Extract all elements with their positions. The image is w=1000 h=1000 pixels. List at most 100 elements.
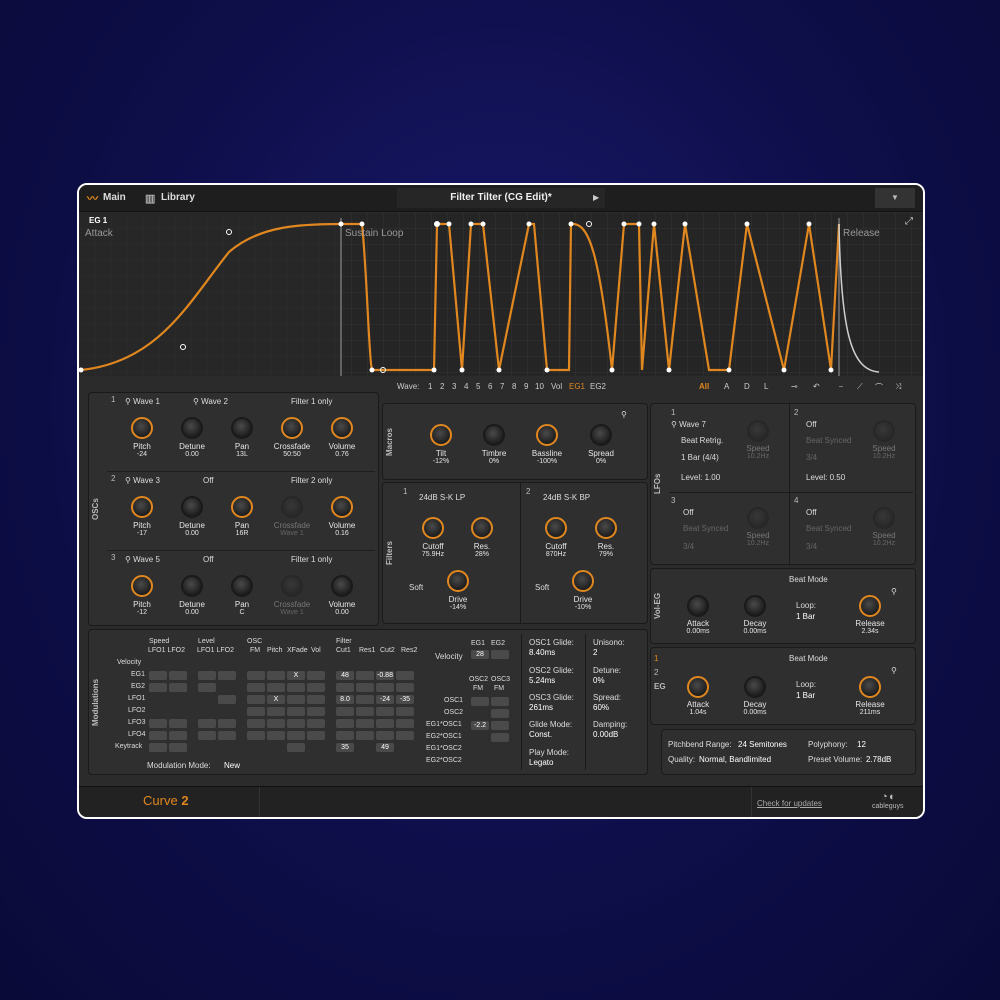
- lfo-1-wave[interactable]: ⚲ Wave 7: [671, 420, 706, 429]
- mod-cell[interactable]: [336, 731, 354, 740]
- drive-2-knob[interactable]: [572, 570, 594, 592]
- lfo-1-mode[interactable]: Beat Retrig.: [681, 436, 723, 445]
- mod-cell[interactable]: [307, 707, 325, 716]
- mod-cell[interactable]: [396, 707, 414, 716]
- wave-item-eg1[interactable]: EG1: [569, 382, 585, 391]
- mod-cell[interactable]: [307, 731, 325, 740]
- mod-cell[interactable]: [356, 707, 374, 716]
- soft-toggle[interactable]: Soft: [409, 583, 423, 592]
- wave-item[interactable]: 1: [428, 382, 432, 391]
- mod-cell[interactable]: [247, 683, 265, 692]
- cutoff-2-knob[interactable]: [545, 517, 567, 539]
- spread-value[interactable]: 60%: [593, 703, 609, 712]
- play-mode-value[interactable]: Legato: [529, 758, 553, 767]
- mod-cell[interactable]: 35: [336, 743, 354, 752]
- damping-value[interactable]: 0.00dB: [593, 730, 618, 739]
- mod-cell[interactable]: [247, 731, 265, 740]
- mod-cell[interactable]: [307, 719, 325, 728]
- glide-value[interactable]: 261ms: [529, 703, 553, 712]
- mod-cell[interactable]: [267, 707, 285, 716]
- mod-cell[interactable]: [376, 719, 394, 728]
- wave-item[interactable]: 3: [452, 382, 456, 391]
- vol-decay-knob[interactable]: [744, 595, 766, 617]
- preset-volume-value[interactable]: 2.78dB: [866, 755, 891, 764]
- tab-library[interactable]: ▥ Library: [141, 189, 201, 207]
- filter-1-type[interactable]: 24dB S-K LP: [419, 493, 465, 502]
- mod-cell[interactable]: [247, 707, 265, 716]
- mod-cell[interactable]: [287, 719, 305, 728]
- bassline-knob[interactable]: [536, 424, 558, 446]
- mod-cell[interactable]: [287, 731, 305, 740]
- volume-knob[interactable]: [331, 496, 353, 518]
- lfo-3-mode[interactable]: Beat Synced: [683, 524, 728, 533]
- select-d-button[interactable]: D: [744, 382, 750, 391]
- mod-cell[interactable]: [149, 719, 167, 728]
- lfo-4-speed-knob[interactable]: [873, 507, 895, 529]
- vel-eg2-cell[interactable]: [491, 650, 509, 659]
- osc-filter-route[interactable]: Filter 1 only: [291, 555, 332, 564]
- check-for-updates-link[interactable]: Check for updates: [757, 799, 822, 808]
- wave-item[interactable]: 4: [464, 382, 468, 391]
- mod-cell[interactable]: [247, 695, 265, 704]
- mod-cell[interactable]: -0.88: [376, 671, 394, 680]
- mod-cell[interactable]: [396, 719, 414, 728]
- wave-item[interactable]: 7: [500, 382, 504, 391]
- lfo-4-rate[interactable]: 3/4: [806, 542, 817, 551]
- wave-item[interactable]: 8: [512, 382, 516, 391]
- vol-eg-mode[interactable]: Beat Mode: [789, 575, 828, 584]
- flat-line-icon[interactable]: ⎯: [839, 382, 843, 392]
- wave-item[interactable]: 2: [440, 382, 444, 391]
- soft-toggle[interactable]: Soft: [535, 583, 549, 592]
- mod-cell[interactable]: [218, 719, 236, 728]
- fm-cell[interactable]: -2.2: [471, 721, 489, 730]
- pan-knob[interactable]: [231, 575, 253, 597]
- mod-cell[interactable]: [356, 719, 374, 728]
- mod-cell[interactable]: [336, 683, 354, 692]
- mod-cell[interactable]: [267, 731, 285, 740]
- vol-attack-knob[interactable]: [687, 595, 709, 617]
- tilt-knob[interactable]: [430, 424, 452, 446]
- osc-wave-a[interactable]: ⚲ Wave 1: [125, 397, 160, 406]
- eg-2-tab[interactable]: 2: [654, 668, 658, 677]
- search-icon[interactable]: ⚲: [891, 587, 897, 596]
- mod-cell[interactable]: [336, 719, 354, 728]
- vel-eg1-cell[interactable]: 28: [471, 650, 489, 659]
- mod-cell[interactable]: [376, 683, 394, 692]
- link-icon[interactable]: ⊸: [791, 382, 798, 391]
- mod-cell[interactable]: [396, 671, 414, 680]
- eg-release-knob[interactable]: [859, 676, 881, 698]
- fm-cell[interactable]: [471, 697, 489, 706]
- timbre-knob[interactable]: [483, 424, 505, 446]
- glide-value[interactable]: 5.24ms: [529, 676, 555, 685]
- wave-item[interactable]: 9: [524, 382, 528, 391]
- lfo-3-speed-knob[interactable]: [747, 507, 769, 529]
- mod-cell[interactable]: [149, 683, 167, 692]
- mod-cell[interactable]: -24: [376, 695, 394, 704]
- mod-cell[interactable]: [307, 695, 325, 704]
- mod-cell[interactable]: [149, 731, 167, 740]
- lfo-3-rate[interactable]: 3/4: [683, 542, 694, 551]
- lfo-1-speed-knob[interactable]: [747, 420, 769, 442]
- lfo-3-wave[interactable]: Off: [683, 508, 694, 517]
- pan-knob[interactable]: [231, 417, 253, 439]
- glide-mode-value[interactable]: Const.: [529, 730, 552, 739]
- mod-cell[interactable]: [247, 671, 265, 680]
- detune-knob[interactable]: [181, 496, 203, 518]
- fm-cell[interactable]: [491, 733, 509, 742]
- select-all-button[interactable]: All: [699, 382, 709, 391]
- curve-icon[interactable]: ⌒: [875, 382, 883, 393]
- pitchbend-value[interactable]: 24 Semitones: [738, 740, 787, 749]
- envelope-editor[interactable]: EG 1 Attack Sustain Loop Release ⤢: [79, 212, 923, 376]
- select-l-button[interactable]: L: [764, 382, 768, 391]
- select-a-button[interactable]: A: [724, 382, 729, 391]
- cutoff-1-knob[interactable]: [422, 517, 444, 539]
- pitch-knob[interactable]: [131, 575, 153, 597]
- preset-menu-button[interactable]: ▼: [875, 188, 915, 208]
- mod-cell[interactable]: [169, 731, 187, 740]
- wave-item-eg2[interactable]: EG2: [590, 382, 606, 391]
- mod-cell[interactable]: [198, 683, 216, 692]
- detune-value[interactable]: 0%: [593, 676, 605, 685]
- mod-cell[interactable]: [287, 743, 305, 752]
- mod-cell[interactable]: 49: [376, 743, 394, 752]
- mod-cell[interactable]: -35: [396, 695, 414, 704]
